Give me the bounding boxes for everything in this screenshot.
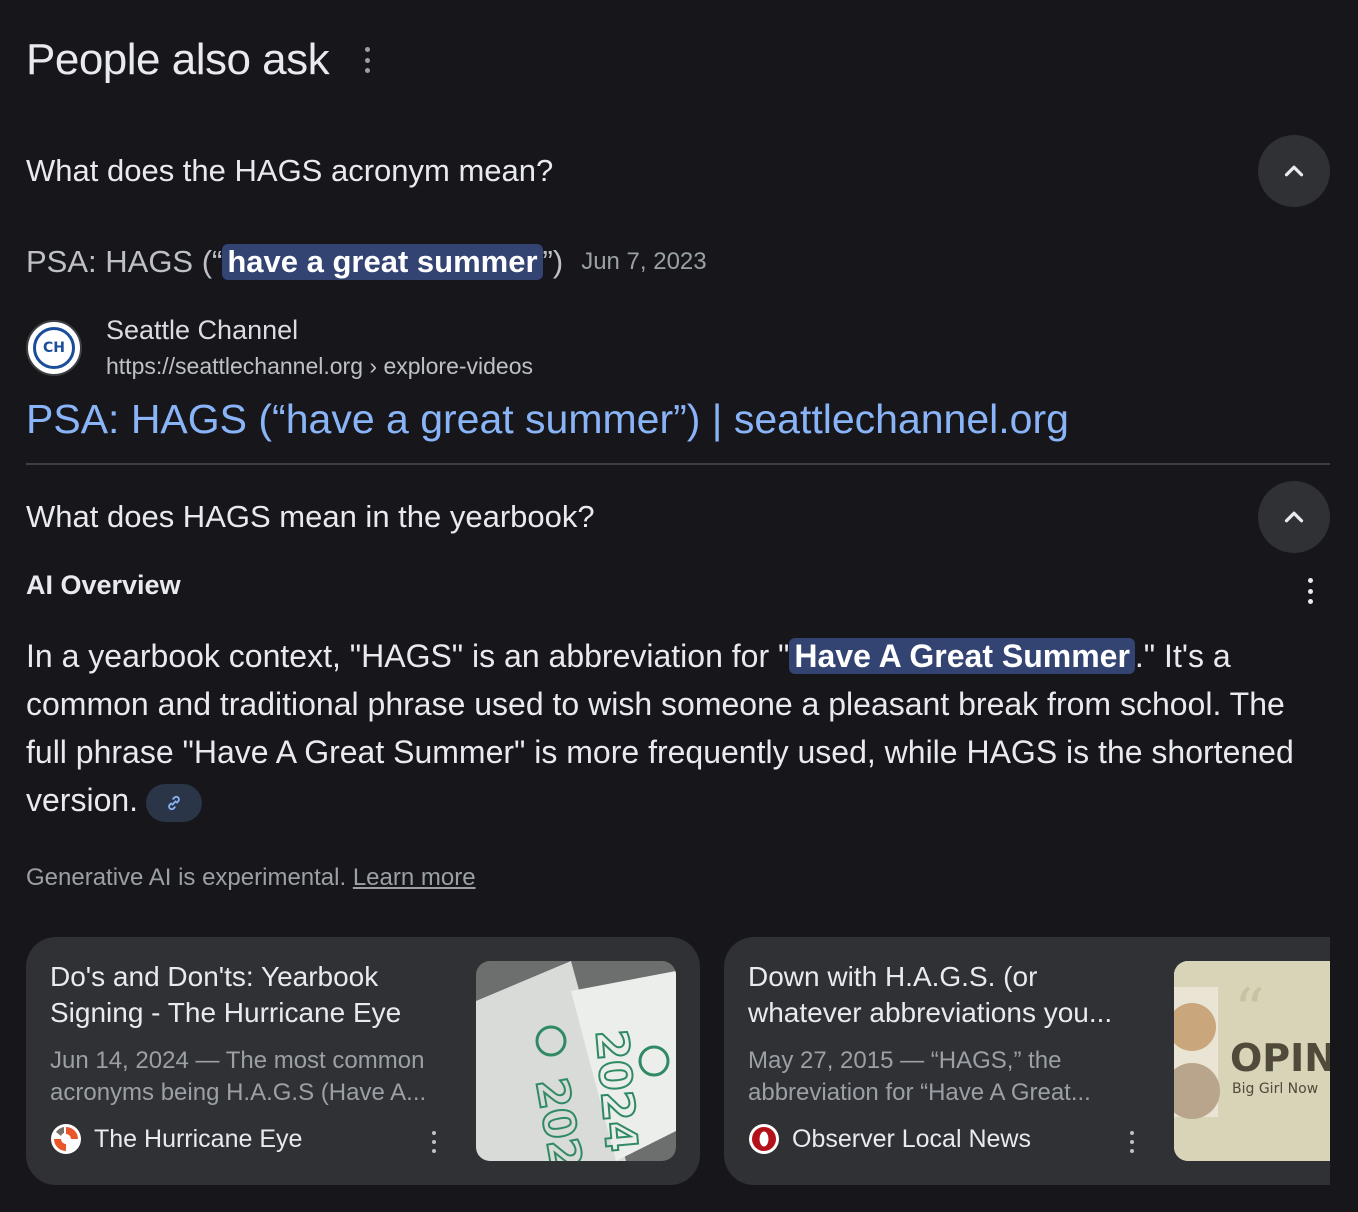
card-snippet: May 27, 2015 — “HAGS,” the abbreviation … [748, 1047, 1091, 1106]
seattle-channel-logo-icon: CH [26, 320, 82, 376]
answer-title: PSA: HAGS (“ have a great summer”) Jun 7,… [26, 244, 707, 280]
question-row-2[interactable]: What does HAGS mean in the yearbook? [26, 481, 1330, 553]
observer-logo-icon [749, 1124, 779, 1154]
panel-title: People also ask [26, 35, 330, 84]
result-link[interactable]: PSA: HAGS (“have a great summer”) | seat… [26, 396, 1069, 443]
card-title: Do's and Don'ts: Yearbook Signing - The … [50, 961, 402, 1028]
panel-header: People also ask [26, 30, 371, 90]
card-more-icon[interactable] [432, 1131, 437, 1153]
source-link-chip[interactable] [146, 783, 203, 822]
card-more-icon[interactable] [1130, 1131, 1135, 1153]
source-cards: Do's and Don'ts: Yearbook Signing - The … [26, 937, 1330, 1185]
ai-text-prefix: In a yearbook context, "HAGS" is an abbr… [26, 638, 790, 674]
ai-disclaimer: Generative AI is experimental. Learn mor… [26, 864, 476, 892]
hurricane-eye-logo-icon [51, 1124, 81, 1154]
source-card-hurricane-eye[interactable]: Do's and Don'ts: Yearbook Signing - The … [26, 937, 700, 1185]
source-name: Seattle Channel [106, 315, 299, 345]
question-text: What does HAGS mean in the yearbook? [26, 499, 595, 534]
card-title: Down with H.A.G.S. (or whatever abbrevia… [748, 961, 1113, 1028]
card-source: Observer Local News [748, 1123, 1031, 1155]
ai-text-highlight: Have A Great Summer [789, 638, 1135, 674]
svg-text:2024: 2024 [585, 1028, 646, 1154]
answer-source[interactable]: CH Seattle Channel https://seattlechanne… [26, 312, 533, 384]
ai-overview-more-icon[interactable] [1308, 578, 1314, 604]
answer-date: Jun 7, 2023 [581, 248, 707, 275]
chevron-up-icon [1284, 165, 1304, 177]
card-source: The Hurricane Eye [50, 1123, 302, 1155]
disclaimer-text: Generative AI is experimental. [26, 864, 347, 891]
more-options-icon[interactable] [365, 47, 371, 73]
card-source-name: Observer Local News [792, 1124, 1031, 1153]
card-snippet: Jun 14, 2024 — The most common acronyms … [50, 1047, 427, 1106]
svg-text:Big Girl Now: Big Girl Now [1232, 1081, 1318, 1097]
question-row-1[interactable]: What does the HAGS acronym mean? [26, 135, 1330, 207]
collapse-button[interactable] [1258, 481, 1330, 553]
answer-title-suffix: ”) [542, 244, 564, 279]
answer-highlight: have a great summer [222, 244, 543, 280]
chevron-up-icon [1284, 511, 1304, 523]
svg-text:OPINIO: OPINIO [1230, 1036, 1330, 1080]
yearbook-thumbnail: 2024 2024 [476, 961, 676, 1161]
source-url: https://seattlechannel.org › explore-vid… [106, 353, 534, 379]
learn-more-link[interactable]: Learn more [353, 864, 476, 891]
ai-overview-label: AI Overview [26, 570, 181, 600]
answer-title-prefix: PSA: HAGS (“ [26, 244, 223, 279]
question-text: What does the HAGS acronym mean? [26, 153, 554, 188]
card-source-name: The Hurricane Eye [94, 1124, 303, 1153]
divider [26, 463, 1330, 465]
opinion-thumbnail: “ OPINIO Big Girl Now [1174, 961, 1330, 1161]
source-card-observer[interactable]: Down with H.A.G.S. (or whatever abbrevia… [724, 937, 1330, 1185]
link-icon [168, 795, 180, 810]
collapse-button[interactable] [1258, 135, 1330, 207]
ai-overview-text: In a yearbook context, "HAGS" is an abbr… [26, 632, 1326, 824]
